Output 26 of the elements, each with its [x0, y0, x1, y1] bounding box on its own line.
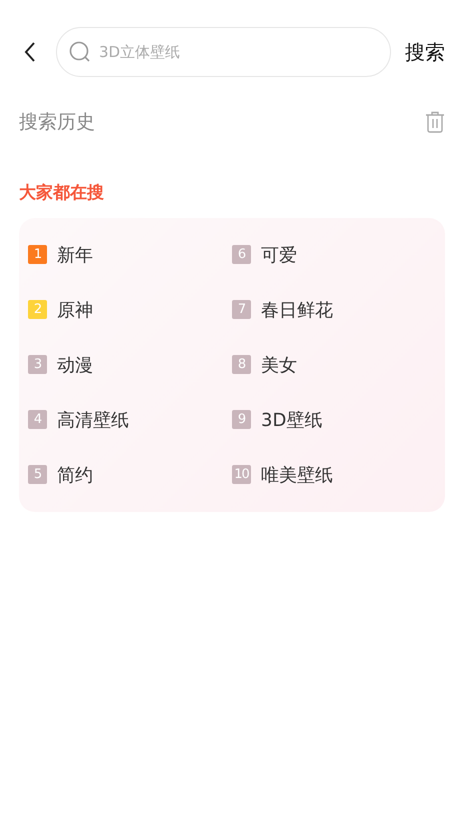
- trending-item[interactable]: 4 高清壁纸: [28, 392, 232, 447]
- trending-item[interactable]: 6 可爱: [232, 227, 436, 282]
- trending-item[interactable]: 9 3D壁纸: [232, 392, 436, 447]
- trending-item[interactable]: 10 唯美壁纸: [232, 447, 436, 502]
- search-icon: [68, 40, 92, 64]
- rank-badge: 10: [232, 465, 251, 484]
- trending-item[interactable]: 8 美女: [232, 337, 436, 392]
- rank-badge: 3: [28, 355, 47, 374]
- trending-item[interactable]: 3 动漫: [28, 337, 232, 392]
- search-field[interactable]: 3D立体壁纸: [56, 27, 391, 77]
- section-title: 搜索历史: [19, 110, 95, 135]
- trending-item[interactable]: 2 原神: [28, 282, 232, 337]
- rank-badge: 9: [232, 410, 251, 429]
- rank-badge: 1: [28, 245, 47, 264]
- trending-item[interactable]: 1 新年: [28, 227, 232, 282]
- rank-badge: 6: [232, 245, 251, 264]
- rank-badge: 7: [232, 300, 251, 319]
- search-button[interactable]: 搜索: [391, 38, 445, 66]
- rank-badge: 5: [28, 465, 47, 484]
- rank-badge: 2: [28, 300, 47, 319]
- rank-badge: 8: [232, 355, 251, 374]
- section-title: 大家都在搜: [19, 182, 105, 204]
- back-icon[interactable]: [23, 41, 37, 63]
- rank-badge: 4: [28, 410, 47, 429]
- trending-item[interactable]: 5 简约: [28, 447, 232, 502]
- trending-item[interactable]: 7 春日鲜花: [232, 282, 436, 337]
